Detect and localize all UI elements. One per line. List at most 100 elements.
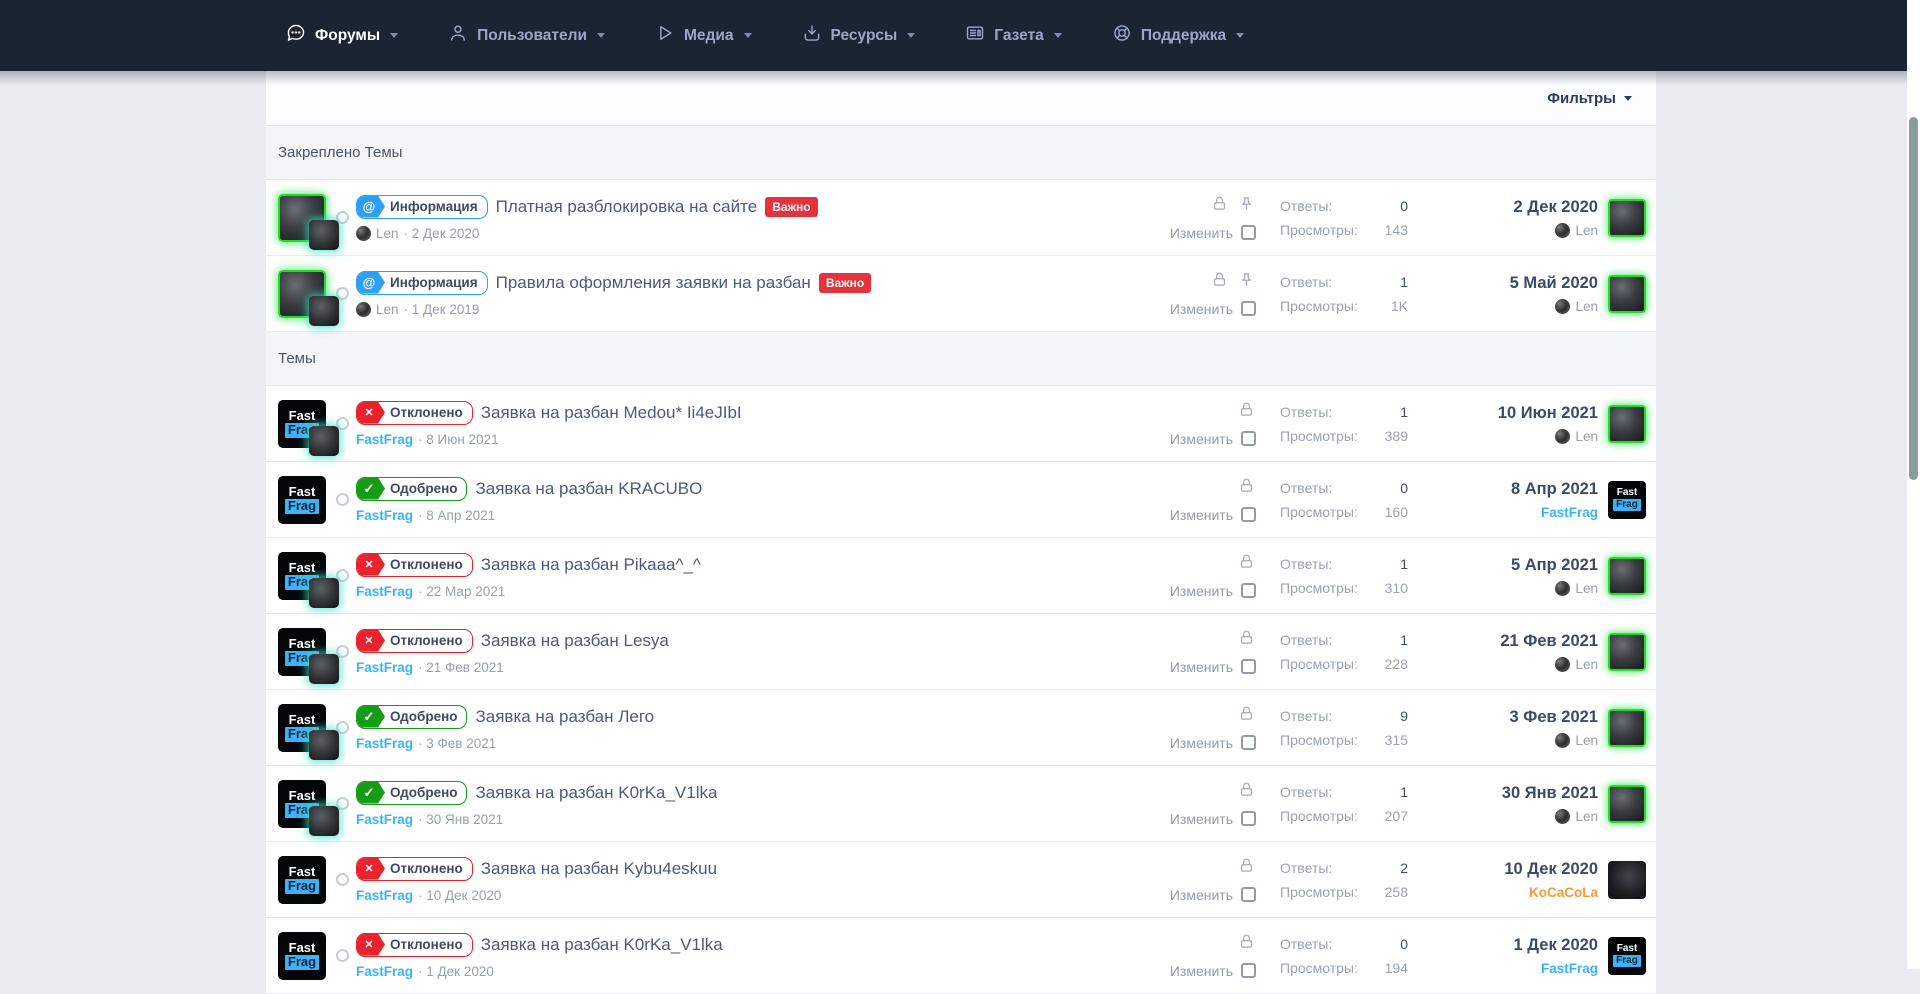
nav-item-forums[interactable]: Форумы [286, 23, 398, 48]
thread-starter-avatar[interactable]: FastFrag [278, 476, 326, 524]
page-scrollbar[interactable] [1907, 0, 1920, 969]
last-poster-avatar[interactable] [1608, 861, 1646, 899]
prefix-badge[interactable]: ✕ Отклонено [356, 629, 473, 653]
select-thread-checkbox[interactable] [1241, 431, 1256, 446]
last-poster-link[interactable]: Len [1575, 429, 1598, 444]
scrollbar-thumb[interactable] [1909, 117, 1918, 480]
last-poster-avatar[interactable] [1608, 557, 1646, 595]
last-poster-link[interactable]: FastFrag [1541, 505, 1598, 520]
thread-title-link[interactable]: Заявка на разбан Lesya [481, 631, 669, 651]
last-post-date[interactable]: 30 Янв 2021 [1502, 784, 1598, 803]
thread-row: FastFrag ✓ Одобрено Заявка на разбан Лег… [266, 690, 1656, 766]
thread-title-link[interactable]: Заявка на разбан KRACUBO [475, 479, 702, 499]
thread-starter-avatar[interactable]: FastFrag [278, 932, 326, 980]
last-poster-link[interactable]: Len [1575, 299, 1598, 314]
last-poster-mini-avatar [1555, 581, 1570, 596]
last-post-date[interactable]: 21 Фев 2021 [1500, 632, 1598, 651]
last-poster-avatar[interactable] [1608, 785, 1646, 823]
select-thread-checkbox[interactable] [1241, 659, 1256, 674]
last-poster-avatar[interactable] [1608, 199, 1646, 237]
views-count: 258 [1385, 884, 1408, 900]
top-nav: Форумы Пользователи Медиа Ресурсы Газета… [0, 0, 1920, 71]
thread-starter-secondary-avatar [309, 426, 339, 456]
last-poster-mini-avatar [1555, 809, 1570, 824]
last-post-date[interactable]: 5 Апр 2021 [1511, 556, 1598, 575]
last-poster-avatar[interactable] [1608, 275, 1646, 313]
prefix-badge[interactable]: ✓ Одобрено [356, 705, 467, 729]
thread-starter-avatar[interactable]: FastFrag [278, 856, 326, 904]
prefix-badge[interactable]: ✕ Отклонено [356, 553, 473, 577]
author-mini-avatar [356, 302, 371, 317]
prefix-badge[interactable]: ✕ Отклонено [356, 933, 473, 957]
thread-title-link[interactable]: Заявка на разбан Kybu4eskuu [481, 859, 717, 879]
fastfrag-logo-line1: Fast [289, 713, 316, 726]
edit-label: Изменить [1170, 963, 1233, 979]
nav-item-support[interactable]: Поддержка [1112, 23, 1244, 48]
prefix-badge[interactable]: @ Информация [356, 271, 488, 295]
forums-icon [286, 23, 306, 48]
last-poster-link[interactable]: KoCaCoLa [1529, 885, 1598, 900]
last-poster-link[interactable]: Len [1575, 223, 1598, 238]
select-thread-checkbox[interactable] [1241, 507, 1256, 522]
last-poster-link[interactable]: Len [1575, 657, 1598, 672]
thread-title-link[interactable]: Заявка на разбан K0rKa_V1lka [475, 783, 717, 803]
last-poster-link[interactable]: Len [1575, 733, 1598, 748]
prefix-badge[interactable]: ✕ Отклонено [356, 401, 473, 425]
last-poster-avatar[interactable] [1608, 405, 1646, 443]
thread-author-link[interactable]: Len [376, 302, 399, 317]
thread-author-link[interactable]: FastFrag [356, 432, 413, 447]
last-post-date[interactable]: 8 Апр 2021 [1511, 480, 1598, 499]
last-post-date[interactable]: 3 Фев 2021 [1510, 708, 1598, 727]
select-thread-checkbox[interactable] [1241, 225, 1256, 240]
select-thread-checkbox[interactable] [1241, 735, 1256, 750]
prefix-badge[interactable]: ✕ Отклонено [356, 857, 473, 881]
select-thread-checkbox[interactable] [1241, 811, 1256, 826]
thread-title-link[interactable]: Заявка на разбан Medou* Ii4eJIbI [481, 403, 742, 423]
select-thread-checkbox[interactable] [1241, 963, 1256, 978]
prefix-icon: @ [357, 196, 385, 218]
last-post-date[interactable]: 10 Дек 2020 [1504, 860, 1598, 879]
select-thread-checkbox[interactable] [1241, 887, 1256, 902]
thread-author-link[interactable]: FastFrag [356, 508, 413, 523]
thread-author-link[interactable]: Len [376, 226, 399, 241]
thread-author-link[interactable]: FastFrag [356, 660, 413, 675]
prefix-badge[interactable]: ✓ Одобрено [356, 477, 467, 501]
replies-count: 2 [1400, 860, 1408, 876]
last-poster-link[interactable]: Len [1575, 581, 1598, 596]
thread-title-link[interactable]: Заявка на разбан Pikaaa^_^ [481, 555, 701, 575]
last-poster-avatar[interactable] [1608, 709, 1646, 747]
nav-item-users[interactable]: Пользователи [448, 23, 605, 48]
thread-title-link[interactable]: Платная разблокировка на сайте [496, 197, 758, 217]
select-thread-checkbox[interactable] [1241, 583, 1256, 598]
prefix-icon: ✕ [357, 630, 385, 652]
views-label: Просмотры: [1280, 884, 1358, 900]
nav-item-resources[interactable]: Ресурсы [802, 23, 916, 48]
thread-title-link[interactable]: Заявка на разбан K0rKa_V1lka [481, 935, 723, 955]
nav-item-newspaper[interactable]: Газета [965, 23, 1062, 48]
thread-author-link[interactable]: FastFrag [356, 736, 413, 751]
filters-button[interactable]: Фильтры [1547, 90, 1632, 107]
thread-author-link[interactable]: FastFrag [356, 812, 413, 827]
last-poster-avatar[interactable] [1608, 633, 1646, 671]
last-poster-link[interactable]: Len [1575, 809, 1598, 824]
prefix-badge[interactable]: ✓ Одобрено [356, 781, 467, 805]
last-post-date[interactable]: 10 Июн 2021 [1498, 404, 1598, 423]
last-poster-link[interactable]: FastFrag [1541, 961, 1598, 976]
thread-author-link[interactable]: FastFrag [356, 888, 413, 903]
thread-author-link[interactable]: FastFrag [356, 964, 413, 979]
prefix-badge[interactable]: @ Информация [356, 195, 488, 219]
prefix-icon: ✕ [357, 858, 385, 880]
last-poster-avatar[interactable]: FastFrag [1608, 481, 1646, 519]
last-post-date[interactable]: 5 Май 2020 [1510, 274, 1598, 293]
thread-title-link[interactable]: Правила оформления заявки на разбан [496, 273, 811, 293]
thread-author-link[interactable]: FastFrag [356, 584, 413, 599]
last-post-date[interactable]: 2 Дек 2020 [1514, 198, 1598, 217]
nav-item-media[interactable]: Медиа [655, 23, 752, 48]
newspaper-icon [965, 23, 985, 43]
select-thread-checkbox[interactable] [1241, 301, 1256, 316]
thread-title-link[interactable]: Заявка на разбан Лего [475, 707, 654, 727]
last-post-date[interactable]: 1 Дек 2020 [1514, 936, 1598, 955]
media-icon [655, 23, 675, 43]
support-icon [1112, 23, 1132, 43]
prefix-icon: ✕ [357, 402, 385, 424]
